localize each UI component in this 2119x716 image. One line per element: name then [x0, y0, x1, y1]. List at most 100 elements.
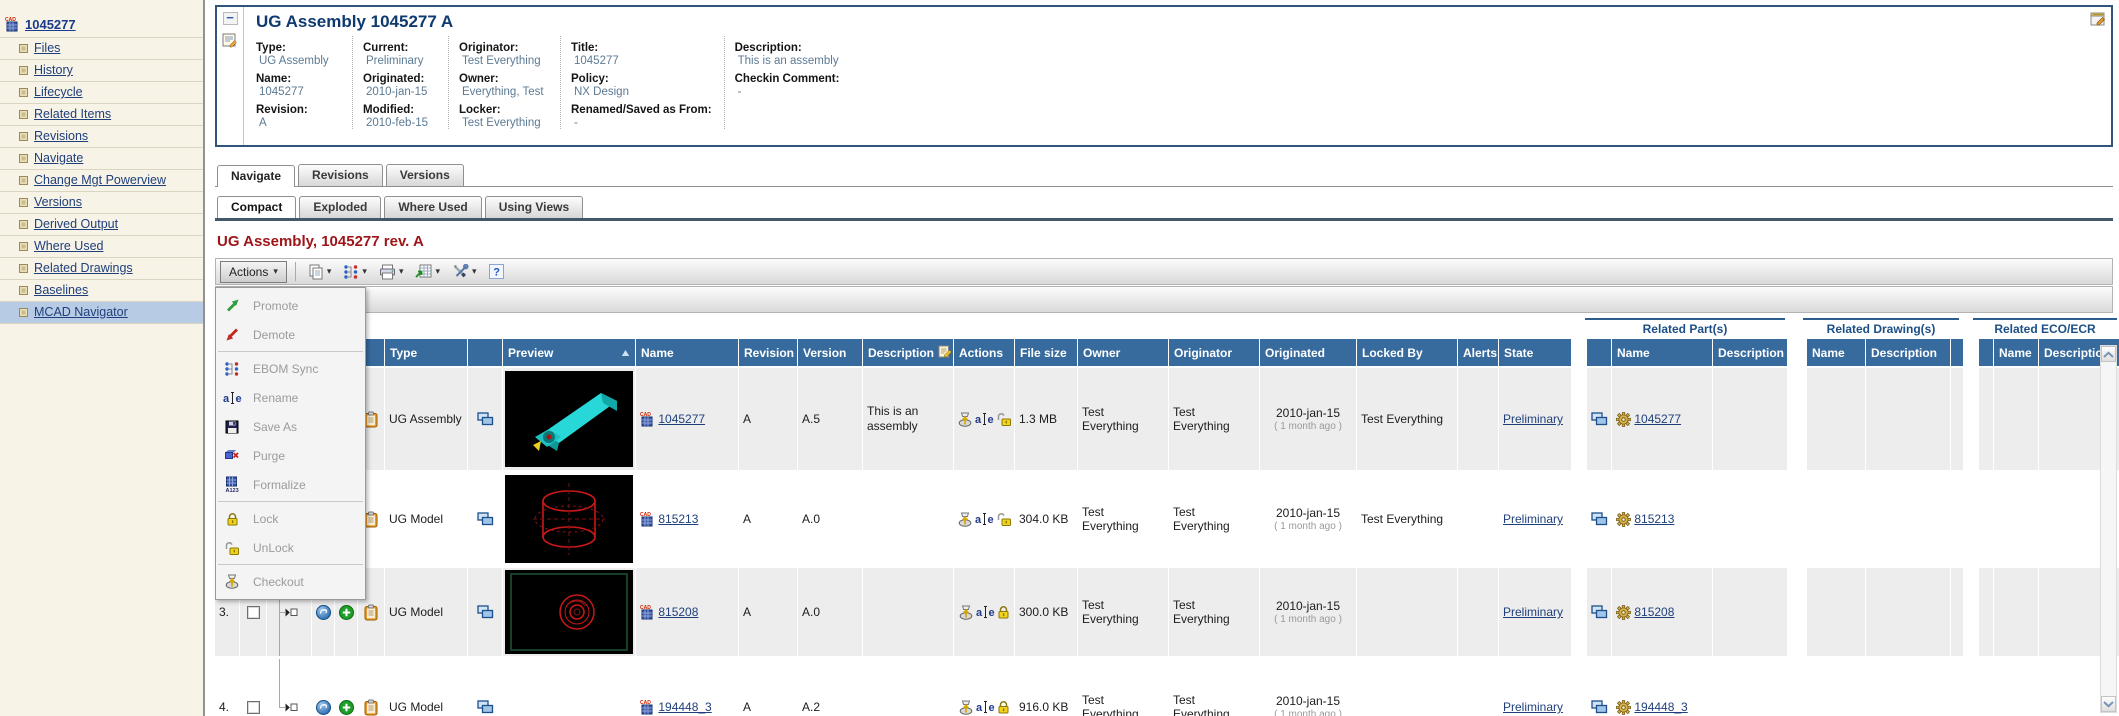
menu-item-checkout[interactable]: Checkout [216, 567, 365, 596]
unlock-icon[interactable] [996, 512, 1012, 526]
window-copy-icon[interactable] [477, 512, 494, 526]
sidebar-item-label[interactable]: Files [34, 41, 60, 55]
column-header[interactable] [1979, 339, 1993, 366]
add-circle-icon[interactable] [339, 605, 354, 620]
preview-thumbnail[interactable] [503, 368, 635, 470]
sidebar-item[interactable]: Navigate [0, 148, 203, 170]
rename-icon[interactable]: ae [976, 605, 995, 619]
menu-item-promote[interactable]: Promote [216, 291, 365, 320]
clipboard-icon[interactable] [364, 699, 378, 716]
tab[interactable]: Where Used [384, 196, 481, 218]
sidebar-root-link[interactable]: 1045277 [25, 17, 76, 32]
rename-icon[interactable]: ae [976, 700, 995, 714]
row-actions-cell[interactable]: ae [954, 368, 1014, 470]
column-header[interactable]: Preview [503, 339, 635, 366]
sidebar-item[interactable]: Derived Output [0, 214, 203, 236]
sidebar-item-label[interactable]: Change Mgt Powerview [34, 173, 166, 187]
sidebar-item-label[interactable]: Baselines [34, 283, 88, 297]
column-header[interactable] [1587, 339, 1611, 366]
sidebar-item-label[interactable]: Revisions [34, 129, 88, 143]
tab[interactable]: Revisions [298, 164, 383, 186]
row-actions-cell[interactable]: ae [954, 659, 1014, 716]
nav-circle-icon[interactable] [316, 605, 331, 620]
checkbox-icon[interactable] [247, 701, 260, 714]
state-link[interactable]: Preliminary [1503, 700, 1563, 714]
menu-item-unlock[interactable]: UnLock [216, 533, 365, 562]
clipboard-icon[interactable] [364, 604, 378, 621]
name-link[interactable]: 815208 [658, 605, 698, 619]
sidebar-item-label[interactable]: Derived Output [34, 217, 118, 231]
window-copy-icon[interactable] [477, 700, 494, 714]
scroll-up-button[interactable] [2101, 346, 2116, 362]
sidebar-item[interactable]: Related Drawings [0, 258, 203, 280]
column-header[interactable]: Originated [1260, 339, 1356, 366]
clipboard-icon[interactable] [364, 411, 378, 428]
window-copy-icon[interactable] [1591, 512, 1608, 526]
compare-cell[interactable] [468, 368, 502, 470]
column-header[interactable]: Name [636, 339, 738, 366]
tree-expand-cell[interactable] [267, 659, 311, 716]
column-header[interactable]: Originator [1169, 339, 1259, 366]
navigate-cell[interactable] [312, 659, 334, 716]
column-header[interactable]: File size [1015, 339, 1077, 366]
sort-asc-icon[interactable] [621, 349, 630, 357]
row-actions-cell[interactable]: ae [954, 473, 1014, 565]
nav-circle-icon[interactable] [316, 700, 331, 715]
column-header[interactable]: State [1499, 339, 1571, 366]
desc-edit-icon[interactable] [938, 344, 953, 358]
table-scrollbar[interactable] [2100, 345, 2117, 713]
related-part-compare-cell[interactable] [1587, 659, 1611, 716]
compare-cell[interactable] [468, 568, 502, 656]
toolbar-button-copy[interactable]: ▾ [304, 261, 336, 283]
sidebar-item-label[interactable]: MCAD Navigator [34, 305, 128, 319]
column-header[interactable]: Owner [1078, 339, 1168, 366]
state-link[interactable]: Preliminary [1503, 512, 1563, 526]
sidebar-item-label[interactable]: Navigate [34, 151, 83, 165]
sidebar-item-label[interactable]: Related Drawings [34, 261, 133, 275]
actions-menu-button[interactable]: Actions▾ [220, 261, 287, 283]
menu-item-rename[interactable]: aeRename [216, 383, 365, 412]
column-header[interactable] [1951, 339, 1963, 366]
rename-icon[interactable]: ae [975, 512, 994, 526]
column-header[interactable]: Description [863, 339, 953, 366]
preview-thumbnail[interactable] [503, 568, 635, 656]
checkout-icon[interactable] [958, 605, 974, 620]
column-header[interactable]: Name [1994, 339, 2038, 366]
window-copy-icon[interactable] [1591, 700, 1608, 714]
column-header[interactable] [468, 339, 502, 366]
sidebar-item[interactable]: Change Mgt Powerview [0, 170, 203, 192]
preview-thumbnail[interactable] [503, 473, 635, 565]
sidebar-item[interactable]: MCAD Navigator [0, 302, 203, 324]
related-part-link[interactable]: 815208 [1634, 605, 1674, 619]
sidebar-item[interactable]: Versions [0, 192, 203, 214]
name-link[interactable]: 194448_3 [658, 700, 711, 714]
column-header[interactable]: Description [1713, 339, 1787, 366]
add-circle-icon[interactable] [339, 700, 354, 715]
menu-item-formalize[interactable]: A123Formalize [216, 470, 365, 499]
checkout-icon[interactable] [957, 512, 973, 527]
checkout-icon[interactable] [957, 412, 973, 427]
menu-item-demote[interactable]: Demote [216, 320, 365, 349]
window-copy-icon[interactable] [1591, 412, 1608, 426]
related-part-link[interactable]: 1045277 [1634, 412, 1681, 426]
tab[interactable]: Using Views [485, 196, 583, 218]
tab[interactable]: Navigate [217, 165, 295, 187]
sidebar-item[interactable]: Related Items [0, 104, 203, 126]
related-part-compare-cell[interactable] [1587, 568, 1611, 656]
add-cell[interactable] [335, 659, 357, 716]
unlock-icon[interactable] [996, 412, 1012, 426]
sidebar-item-label[interactable]: Where Used [34, 239, 103, 253]
clipboard-icon[interactable] [364, 511, 378, 528]
state-link[interactable]: Preliminary [1503, 605, 1563, 619]
rename-icon[interactable]: ae [975, 412, 994, 426]
menu-item-purge[interactable]: Purge [216, 441, 365, 470]
preview-thumbnail[interactable] [503, 659, 635, 716]
tab[interactable]: Compact [217, 196, 296, 218]
toolbar-button-tools[interactable]: ▾ [448, 261, 481, 282]
toolbar-button-print[interactable]: ▾ [375, 261, 408, 283]
row-actions-cell[interactable]: ae [954, 568, 1014, 656]
column-header[interactable]: Type [385, 339, 467, 366]
column-header[interactable]: Locked By [1357, 339, 1457, 366]
sidebar-item[interactable]: Baselines [0, 280, 203, 302]
column-header[interactable]: Actions [954, 339, 1014, 366]
